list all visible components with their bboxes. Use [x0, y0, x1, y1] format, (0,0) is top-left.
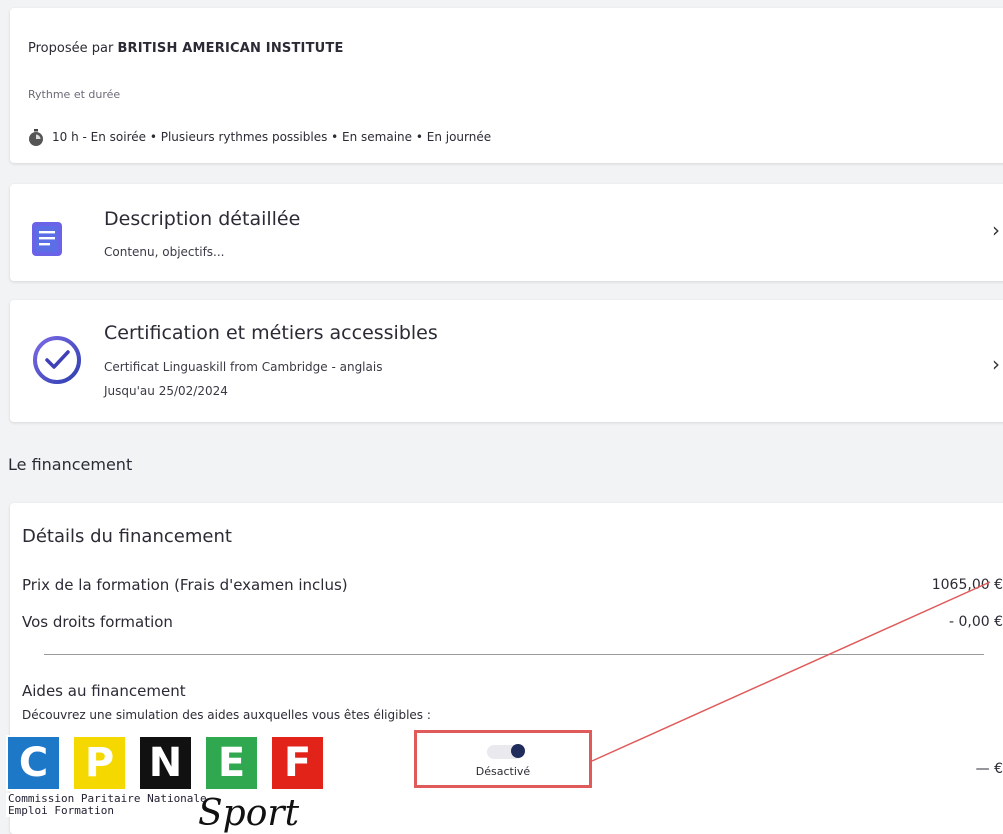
- logo-letter: E: [204, 735, 259, 791]
- rights-label: Vos droits formation: [22, 613, 173, 631]
- toggle-status-label: Désactivé: [475, 765, 531, 778]
- provider-prefix: Proposée par: [28, 41, 114, 56]
- rhythm-label: Rythme et durée: [28, 88, 121, 101]
- logo-letter: P: [72, 735, 127, 791]
- logo-letter: N: [138, 735, 193, 791]
- aid-amount: — €: [975, 761, 1003, 777]
- description-card[interactable]: Description détaillée Contenu, objectifs…: [10, 184, 1003, 281]
- check-circle-icon: [33, 336, 81, 384]
- certification-line2: Jusqu'au 25/02/2024: [104, 384, 228, 398]
- price-label: Prix de la formation (Frais d'examen inc…: [22, 576, 348, 594]
- certification-line1: Certificat Linguaskill from Cambridge - …: [104, 360, 383, 374]
- logo-letter: C: [6, 735, 61, 791]
- financing-details-title: Détails du financement: [22, 526, 232, 547]
- divider: [44, 654, 984, 655]
- aids-title: Aides au financement: [22, 682, 186, 700]
- logo-subtitle: Commission Paritaire Nationale Emploi Fo…: [6, 793, 209, 817]
- provider-name: BRITISH AMERICAN INSTITUTE: [117, 41, 344, 56]
- handwritten-sport: Sport: [198, 793, 300, 834]
- chevron-right-icon: ›: [992, 218, 1000, 242]
- rights-value: - 0,00 €: [948, 614, 1003, 630]
- toggle-thumb[interactable]: [511, 744, 525, 758]
- description-subtitle: Contenu, objectifs...: [104, 245, 225, 259]
- stopwatch-icon: [29, 129, 43, 146]
- price-value: 1065,00 €: [931, 577, 1003, 593]
- logo-letter: F: [270, 735, 325, 791]
- certification-card[interactable]: Certification et métiers accessibles Cer…: [10, 300, 1003, 422]
- certification-title: Certification et métiers accessibles: [104, 322, 438, 344]
- financing-section-title: Le financement: [8, 455, 133, 474]
- provider-line: Proposée par BRITISH AMERICAN INSTITUTE: [28, 41, 344, 56]
- logo-letters: C P N E F: [6, 735, 325, 791]
- provider-card: Proposée par BRITISH AMERICAN INSTITUTE …: [10, 8, 1003, 163]
- logo-line2: Emploi Formation: [8, 804, 114, 817]
- aids-subtitle: Découvrez une simulation des aides auxqu…: [22, 708, 431, 722]
- aid-toggle-highlight: Désactivé: [414, 730, 592, 788]
- document-icon: [32, 222, 62, 256]
- description-title: Description détaillée: [104, 208, 301, 230]
- chevron-right-icon: ›: [992, 352, 1000, 376]
- rhythm-text: 10 h - En soirée • Plusieurs rythmes pos…: [52, 130, 492, 144]
